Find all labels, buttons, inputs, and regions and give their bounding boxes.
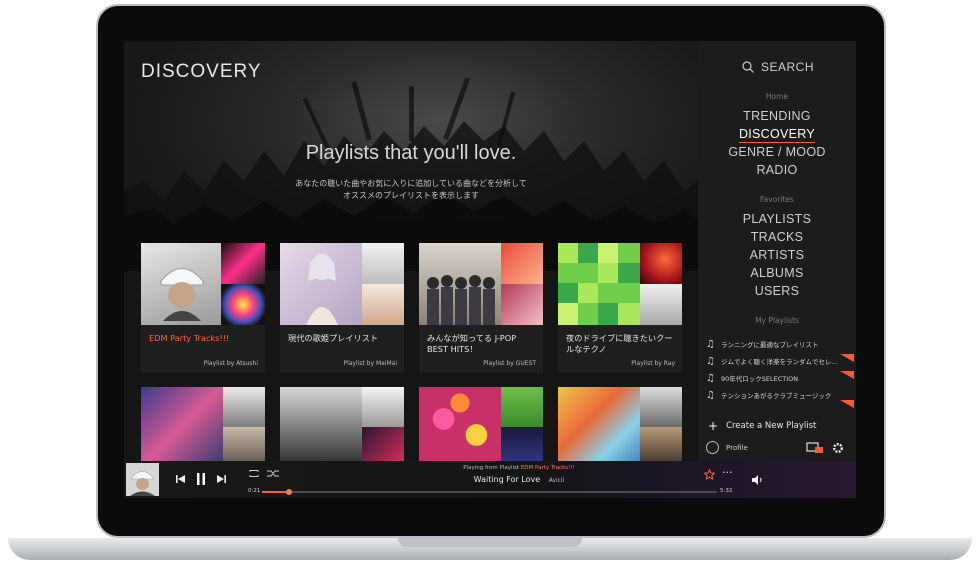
playlist-card-row2-3[interactable] [419,387,543,461]
devices-icon[interactable] [806,442,824,454]
nav-label: GENRE / MOOD [728,145,826,159]
plus-icon: + [708,419,719,433]
nav-discovery[interactable]: DISCOVERY [698,127,856,143]
card-title: みんなが知ってる J-POP BEST HITS！ [427,333,517,354]
my-playlist-label: ランニングに最適なプレイリスト [720,341,819,349]
music-note-icon: ♫ [706,355,715,367]
nav-label: ARTISTS [749,248,805,262]
nav-radio[interactable]: RADIO [698,163,856,177]
hero-title: Playlists that you'll love. [305,142,517,164]
nav-albums[interactable]: ALBUMS [698,266,856,280]
card-author: Playlist by MaiMai [343,360,397,367]
hero-subtitle-line-1: あなたの聴いた曲やお気に入りに追加している曲などを分析して [295,179,527,188]
shuffle-icon[interactable] [267,469,279,478]
section-label-home: Home [765,92,789,101]
discovery-main: DISCOVERY Playlists that you'll love. あな… [124,41,698,461]
playing-from: Playing from Playlist EDM Party Tracks!!… [394,465,644,471]
nav-artists[interactable]: ARTISTS [698,248,856,262]
nav-label: ALBUMS [750,266,804,280]
card-author: Playlist by GUEST [483,360,536,367]
nav-label: TRENDING [743,109,811,123]
nav-label: USERS [754,284,800,298]
nav-trending[interactable]: TRENDING [698,109,856,123]
app-screen: DISCOVERY Playlists that you'll love. あな… [124,41,856,498]
playlist-card-jpop[interactable]: みんなが知ってる J-POP BEST HITS！ Playlist by GU… [419,243,543,373]
playing-from-playlist[interactable]: EDM Party Tracks!!! [521,465,575,471]
progress-handle[interactable] [286,489,293,495]
album-art [419,243,543,325]
section-label-favorites: Favorites [760,195,794,204]
card-title: 現代の歌姫プレイリスト [288,333,379,343]
progress-fill [262,491,290,493]
playlist-card-row2-4[interactable] [558,387,682,461]
my-playlist-label: ジムでよく聴く洋楽をランダムでセレ… [720,358,838,366]
track-artist[interactable]: Avicii [549,477,565,484]
elapsed-time: 0:21 [248,488,261,494]
card-title: 夜のドライブに聴きたいクールなテクノ [566,333,673,354]
nav-label: TRACKS [750,230,804,244]
section-label-my-playlists: My Playlists [755,316,799,325]
volume-icon[interactable] [752,475,764,485]
progress-track[interactable] [262,489,717,495]
sidebar: SEARCH Home TRENDING DISCOVERY GENRE / M… [698,41,856,498]
flag-icon [840,371,854,379]
hero-subtitle-line-2: オススメのプレイリストを表示します [343,191,479,200]
playing-from-prefix: Playing from Playlist [463,465,520,471]
search-label: SEARCH [761,60,815,74]
my-playlist-label: テンションあがるクラブミュージック [720,392,832,400]
album-art [141,243,265,325]
nav-users[interactable]: USERS [698,284,856,298]
create-playlist-button[interactable]: + Create a New Playlist [708,419,816,433]
album-art [280,243,404,325]
nav-genre-mood[interactable]: GENRE / MOOD [698,145,856,159]
player-bar: Playing from Playlist EDM Party Tracks!!… [124,461,856,498]
flag-icon [840,400,854,408]
profile-button[interactable]: Profile [706,441,748,454]
laptop-notch [398,538,582,547]
star-icon[interactable] [704,469,715,480]
playlist-card-row2-1[interactable] [141,387,265,461]
hero-banner: DISCOVERY Playlists that you'll love. あな… [124,41,698,271]
gear-icon[interactable] [832,442,844,454]
my-playlist-item[interactable]: ♫ ジムでよく聴く洋楽をランダムでセレ… [706,354,854,368]
flag-icon [840,354,854,362]
previous-icon[interactable] [176,474,186,484]
nav-playlists[interactable]: PLAYLISTS [698,212,856,226]
nav-label: DISCOVERY [738,127,816,143]
my-playlist-item[interactable]: ♫ 90年代ロックSELECTION [706,371,854,385]
my-playlist-item[interactable]: ♫ ランニングに最適なプレイリスト [706,337,854,351]
next-icon[interactable] [216,474,226,484]
more-options-icon[interactable]: ··· [722,467,733,478]
nav-tracks[interactable]: TRACKS [698,230,856,244]
card-author: Playlist by Ray [631,360,675,367]
my-playlist-label: 90年代ロックSELECTION [720,375,799,383]
total-time: 5:32 [720,488,733,494]
now-playing: Waiting For Love Avicii [394,475,644,484]
playlist-card-row2-2[interactable] [280,387,404,461]
playlist-card-techno[interactable]: 夜のドライブに聴きたいクールなテクノ Playlist by Ray [558,243,682,373]
track-title: Waiting For Love [473,475,541,484]
search-icon [742,61,754,73]
music-note-icon: ♫ [706,389,715,401]
avatar [706,441,719,454]
page-title: DISCOVERY [141,61,262,82]
playlist-card-divas[interactable]: 現代の歌姫プレイリスト Playlist by MaiMai [280,243,404,373]
now-playing-artwork[interactable] [126,463,159,496]
music-note-icon: ♫ [706,338,715,350]
sidebar-tools [806,442,844,454]
playlist-card-edm[interactable]: EDM Party Tracks!!! Playlist by Atsushi [141,243,265,373]
create-playlist-label: Create a New Playlist [726,421,817,431]
nav-label: PLAYLISTS [742,212,812,226]
album-art [558,243,682,325]
profile-label: Profile [726,443,748,452]
music-note-icon: ♫ [706,372,715,384]
hero-subtitle: あなたの聴いた曲やお気に入りに追加している曲などを分析して オススメのプレイリス… [124,178,698,202]
card-title: EDM Party Tracks!!! [149,333,230,343]
card-author: Playlist by Atsushi [203,360,258,367]
pause-icon[interactable] [196,473,206,485]
nav-label: RADIO [756,163,798,177]
repeat-icon[interactable] [248,469,260,478]
my-playlist-item[interactable]: ♫ テンションあがるクラブミュージック [706,388,854,408]
search-button[interactable]: SEARCH [742,60,814,74]
